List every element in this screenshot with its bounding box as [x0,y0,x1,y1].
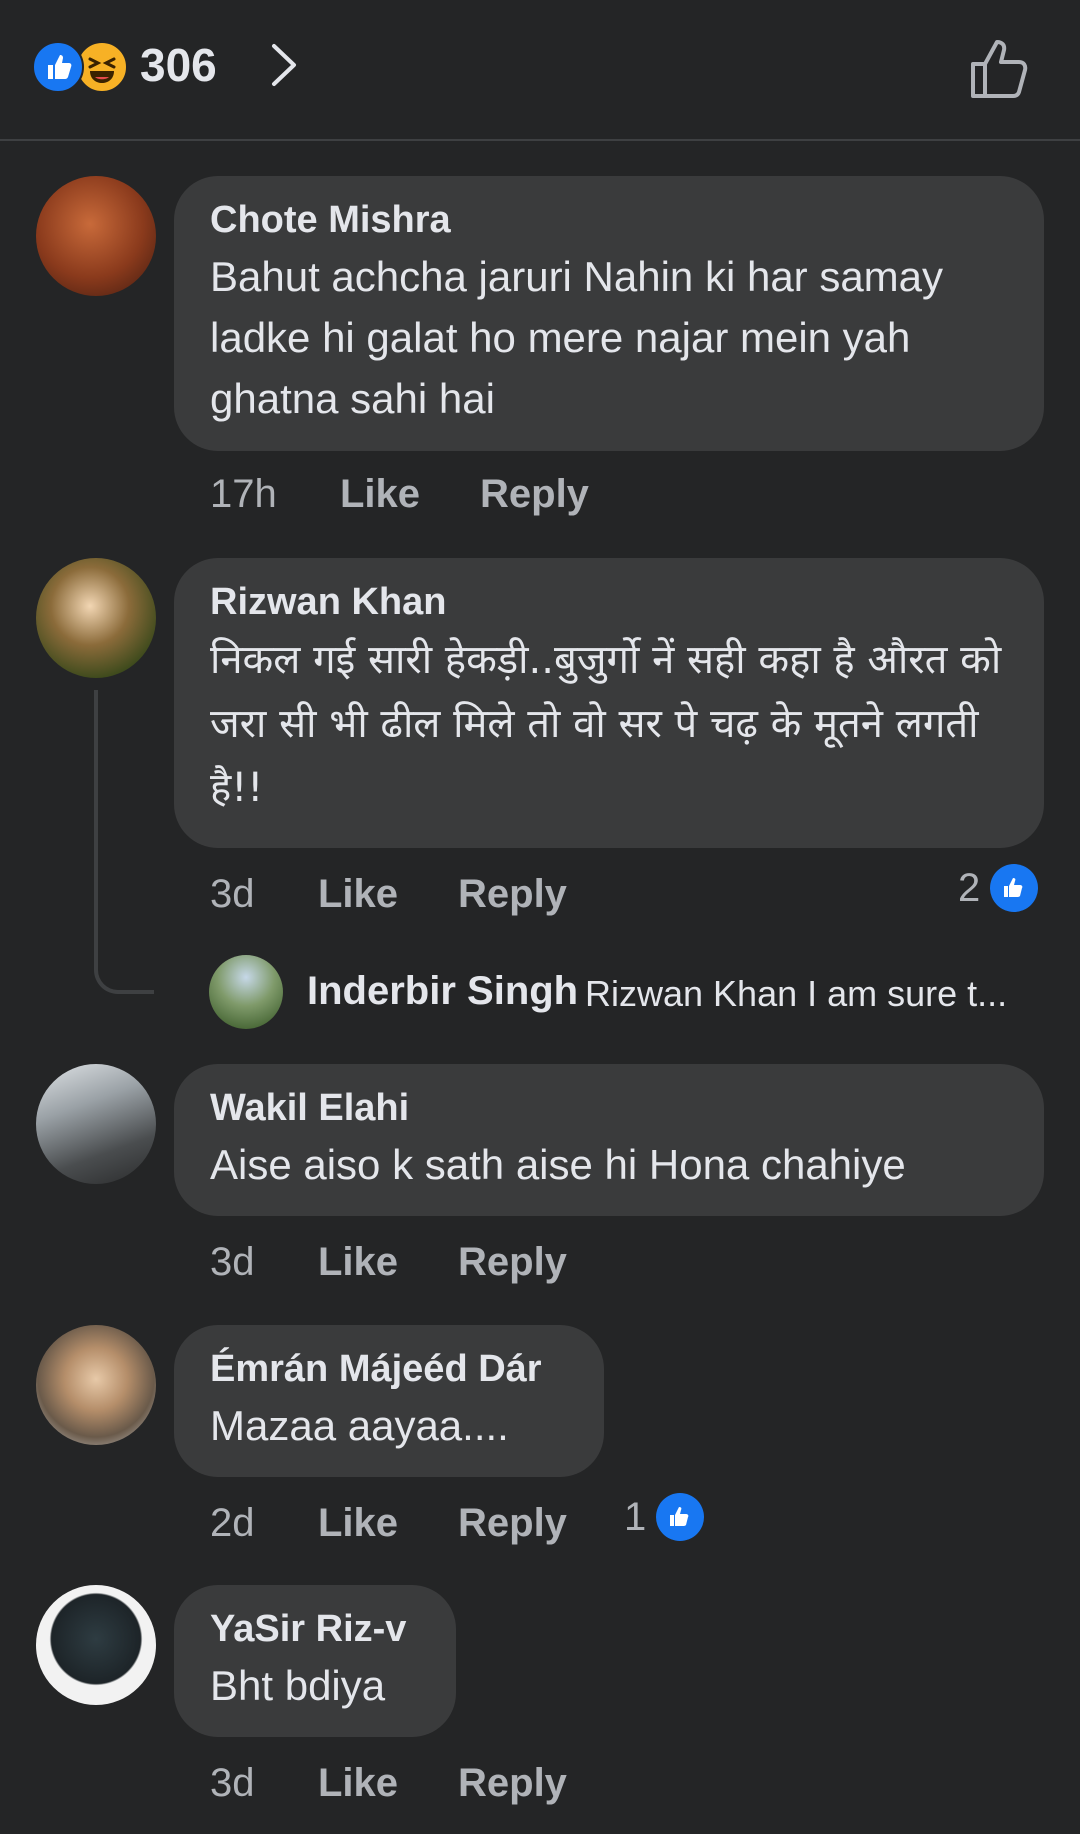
comment-text: Bht bdiya [210,1662,386,1709]
comment-time[interactable]: 17h [210,472,277,517]
like-count-number: 2 [958,865,981,910]
like-reaction-icon [32,41,84,93]
chevron-right-icon[interactable] [257,40,307,90]
reply-author[interactable]: Inderbir Singh [307,969,578,1014]
avatar[interactable] [36,1585,156,1705]
reply-link[interactable]: Reply [480,472,589,517]
comment-text: Mazaa aayaa.... [210,1402,509,1449]
comment-text: Bahut achcha jaruri Nahin ki har samay l… [210,253,944,422]
reply-thread-line [94,690,154,994]
comment-author[interactable]: Émrán Májeéd Dár [210,1347,568,1391]
reply-preview[interactable]: Inderbir Singh Rizwan Khan I am sure t..… [209,955,1069,1029]
comment-bubble[interactable]: Émrán Májeéd Dár Mazaa aayaa.... [174,1325,604,1477]
like-link[interactable]: Like [340,472,420,517]
reply-link[interactable]: Reply [458,1240,567,1285]
comment-author[interactable]: Wakil Elahi [210,1086,1008,1130]
comment-text: निकल गई सारी हेकड़ी..बुजुर्गो नें सही कह… [210,637,1002,811]
reply-link[interactable]: Reply [458,1761,567,1806]
avatar[interactable] [36,1064,156,1184]
comment-author[interactable]: YaSir Riz-v [210,1607,420,1651]
reply-link[interactable]: Reply [458,872,567,917]
like-reaction-icon [990,864,1039,912]
comment-bubble[interactable]: Wakil Elahi Aise aiso k sath aise hi Hon… [174,1064,1044,1216]
comment-time[interactable]: 3d [210,872,255,917]
like-link[interactable]: Like [318,872,398,917]
reaction-count: 306 [140,39,217,91]
comment-text: Aise aiso k sath aise hi Hona chahiye [210,1141,906,1188]
like-reaction-icon [656,1493,705,1541]
comment-author[interactable]: Chote Mishra [210,198,1008,242]
reply-link[interactable]: Reply [458,1501,567,1546]
reactions-header: 306 [0,0,1080,141]
like-link[interactable]: Like [318,1501,398,1546]
avatar[interactable] [36,176,156,296]
like-link[interactable]: Like [318,1761,398,1806]
reply-avatar[interactable] [209,955,283,1029]
comment-like-count[interactable]: 2 [958,864,1039,912]
comment-time[interactable]: 3d [210,1240,255,1285]
comment-time[interactable]: 2d [210,1501,255,1546]
comment-like-count[interactable]: 1 [624,1493,705,1541]
thumbs-up-icon[interactable] [965,34,1035,104]
reply-snippet: Rizwan Khan I am sure t... [585,973,1008,1014]
comment-author[interactable]: Rizwan Khan [210,580,1008,624]
comment-bubble[interactable]: Rizwan Khan निकल गई सारी हेकड़ी..बुजुर्ग… [174,558,1044,848]
avatar[interactable] [36,1325,156,1445]
reactions-summary[interactable]: 306 [32,38,296,93]
avatar[interactable] [36,558,156,678]
like-link[interactable]: Like [318,1240,398,1285]
comment-bubble[interactable]: YaSir Riz-v Bht bdiya [174,1585,456,1737]
comment-time[interactable]: 3d [210,1761,255,1806]
comment-bubble[interactable]: Chote Mishra Bahut achcha jaruri Nahin k… [174,176,1044,451]
like-count-number: 1 [624,1494,647,1539]
